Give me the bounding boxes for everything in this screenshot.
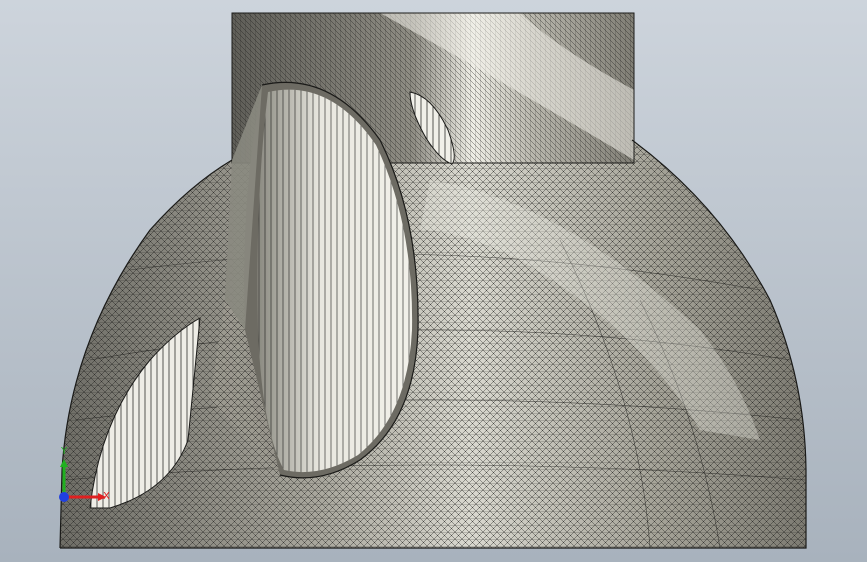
- x-axis-label: X: [103, 491, 110, 502]
- model-view[interactable]: X Y: [0, 0, 867, 562]
- z-axis-dot: [59, 492, 69, 502]
- y-axis-label: Y: [60, 446, 68, 457]
- graphics-viewport[interactable]: X Y: [0, 0, 867, 562]
